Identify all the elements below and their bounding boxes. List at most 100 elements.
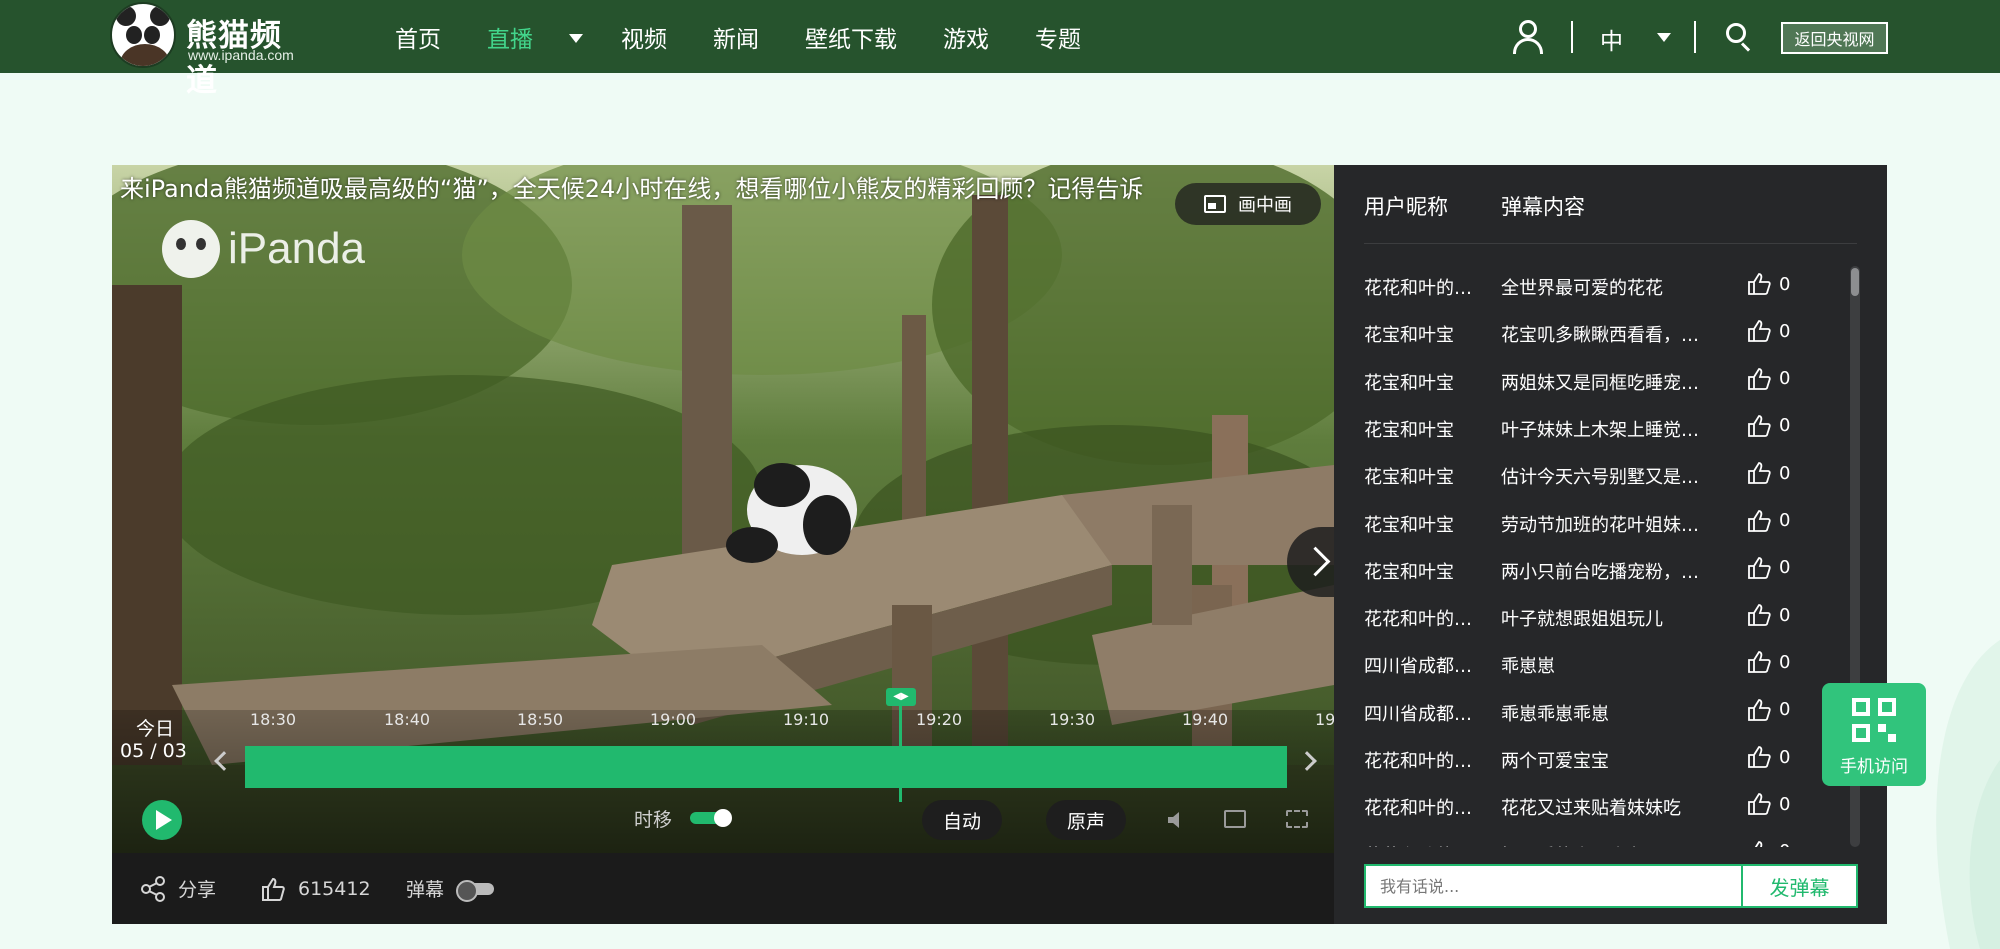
danmu-like-button[interactable]: 0 [1747, 509, 1790, 533]
mobile-access-button[interactable]: 手机访问 [1822, 683, 1926, 786]
thumbs-up-icon [1747, 698, 1771, 722]
danmu-nickname: 花宝和叶宝 [1364, 514, 1454, 536]
thumbs-up-icon [1747, 840, 1771, 847]
nav-video[interactable]: 视频 [621, 20, 667, 54]
danmu-panel: 用户昵称 弹幕内容 花花和叶的… 全世界最可爱的花花 0 花宝和叶宝 花宝叽多瞅瞅西看看… [1334, 165, 1887, 924]
danmu-message: 乖崽乖崽乖崽 [1501, 703, 1609, 725]
danmu-like-count: 0 [1779, 320, 1791, 342]
danmu-like-count: 0 [1779, 462, 1791, 484]
timeline-tick: 18:50 [517, 710, 564, 729]
nav-games[interactable]: 游戏 [943, 20, 989, 54]
user-icon[interactable] [1513, 20, 1543, 54]
danmu-message: 两姐妹又是同框吃睡宠… [1501, 372, 1699, 394]
timeline-tick: 19:40 [1182, 710, 1229, 729]
search-icon[interactable] [1726, 23, 1752, 52]
nav-wallpaper[interactable]: 壁纸下载 [805, 20, 897, 54]
danmu-like-button[interactable]: 0 [1747, 745, 1790, 769]
column-content: 弹幕内容 [1501, 195, 1585, 219]
danmu-message: 乖崽崽 [1501, 656, 1555, 678]
quality-auto-button[interactable]: 自动 [922, 800, 1002, 840]
timeline-tick: 18:30 [250, 710, 297, 729]
pip-label: 画中画 [1238, 195, 1292, 216]
danmu-message: 花宝叽多瞅瞅西看看，… [1501, 325, 1699, 347]
chevron-down-icon[interactable] [569, 34, 583, 43]
danmu-nickname: 花宝和叶宝 [1364, 372, 1454, 394]
danmu-row: 花宝和叶宝 估计今天六号别墅又是… 0 [1364, 451, 1834, 498]
scrollbar-thumb[interactable] [1851, 268, 1859, 296]
danmu-like-count: 0 [1779, 604, 1791, 626]
danmu-like-button[interactable]: 0 [1747, 319, 1790, 343]
danmu-row: 花宝和叶宝 花宝叽多瞅瞅西看看，… 0 [1364, 309, 1834, 356]
danmu-like-button[interactable]: 0 [1747, 556, 1790, 580]
danmu-message: 两小只前台吃播宠粉，… [1501, 561, 1699, 583]
danmu-input[interactable] [1366, 866, 1741, 906]
widescreen-icon[interactable] [1224, 810, 1246, 828]
nav-live[interactable]: 直播 [487, 20, 533, 54]
live-marquee-text: 来iPanda熊猫频道吸最高级的“猫”，全天候24小时在线，想看哪位小熊友的精彩… [120, 175, 1144, 203]
timeline-tick: 19:10 [783, 710, 830, 729]
thumbs-up-icon [1747, 367, 1771, 391]
danmu-like-button[interactable]: 0 [1747, 792, 1790, 816]
danmu-like-button[interactable]: 0 [1747, 414, 1790, 438]
timeline-cursor[interactable] [899, 690, 902, 802]
danmu-like-button[interactable]: 0 [1747, 840, 1790, 847]
like-button[interactable]: 615412 [260, 853, 371, 924]
danmu-nickname: 花宝和叶宝 [1364, 419, 1454, 441]
ipanda-watermark: iPanda [162, 217, 365, 281]
danmu-message: 全世界最可爱的花花 [1501, 278, 1663, 299]
live-video-player[interactable]: 来iPanda熊猫频道吸最高级的“猫”，全天候24小时在线，想看哪位小熊友的精彩… [112, 165, 1334, 853]
danmu-panel-header: 用户昵称 弹幕内容 [1364, 165, 1857, 244]
danmu-nickname: 花宝和叶宝 [1364, 325, 1454, 347]
volume-icon[interactable] [1166, 810, 1188, 828]
share-button[interactable]: 分享 [140, 853, 216, 924]
danmu-switch[interactable]: 弹幕 [406, 853, 495, 924]
video-frame[interactable]: 来iPanda熊猫频道吸最高级的“猫”，全天候24小时在线，想看哪位小熊友的精彩… [112, 165, 1334, 853]
nav-news[interactable]: 新闻 [713, 20, 759, 54]
chevron-down-icon[interactable] [1657, 33, 1671, 42]
danmu-like-button[interactable]: 0 [1747, 272, 1790, 296]
danmu-nickname: 四川省成都… [1364, 656, 1472, 678]
danmu-message: 估计今天六号别墅又是… [1501, 467, 1699, 489]
timeline-prev-icon[interactable] [214, 751, 234, 771]
share-label: 分享 [178, 879, 217, 901]
timeline-tick: 19:20 [916, 710, 963, 729]
danmu-like-count: 0 [1779, 415, 1791, 437]
danmu-like-button[interactable]: 0 [1747, 461, 1790, 485]
thumbs-up-icon [1747, 603, 1771, 627]
thumbs-up-icon [1747, 414, 1771, 438]
picture-in-picture-button[interactable]: 画中画 [1175, 183, 1321, 225]
play-icon[interactable] [142, 800, 182, 840]
danmu-like-count: 0 [1779, 793, 1791, 815]
share-icon [140, 875, 166, 902]
danmu-row: 花花和叶的… 两个可爱宝宝 0 [1364, 735, 1834, 782]
thumbs-up-icon [1747, 650, 1771, 674]
timeline-progress-bar[interactable] [245, 746, 1287, 788]
back-to-cctv-button[interactable]: 返回央视网 [1781, 22, 1888, 54]
danmu-label: 弹幕 [406, 879, 445, 901]
danmu-row: 花宝和叶宝 劳动节加班的花叶姐妹… 0 [1364, 499, 1834, 546]
fullscreen-icon[interactable] [1286, 810, 1308, 828]
thumbs-up-icon [1747, 556, 1771, 580]
player-toolbar: 分享 615412 弹幕 [112, 853, 1334, 924]
nav-topics[interactable]: 专题 [1035, 20, 1081, 54]
language-selector[interactable]: 中 [1600, 22, 1623, 56]
thumbs-up-icon [1747, 745, 1771, 769]
timeline-cursor-handle-icon[interactable]: ◀▶ [886, 688, 916, 706]
danmu-list[interactable]: 花花和叶的… 全世界最可爱的花花 0 花宝和叶宝 花宝叽多瞅瞅西看看，… 0 花宝和叶宝 两姐… [1364, 262, 1834, 847]
danmu-like-button[interactable]: 0 [1747, 367, 1790, 391]
timeline-tick: 19 [1315, 710, 1334, 729]
danmu-like-button[interactable]: 0 [1747, 650, 1790, 674]
timeline-next-icon[interactable] [1297, 751, 1317, 771]
danmu-like-button[interactable]: 0 [1747, 603, 1790, 627]
site-logo[interactable]: 熊猫频道 www.ipanda.com [110, 2, 310, 99]
danmu-like-count: 0 [1779, 273, 1791, 295]
danmu-row: 花宝和叶宝 两小只前台吃播宠粉，… 0 [1364, 546, 1834, 593]
time-shift-toggle[interactable] [690, 809, 732, 827]
original-audio-button[interactable]: 原声 [1046, 800, 1126, 840]
send-danmu-button[interactable]: 发弹幕 [1741, 866, 1856, 906]
danmu-toggle[interactable] [456, 879, 495, 902]
main-nav: 首页 直播 视频 新闻 壁纸下载 游戏 专题 [395, 0, 1127, 73]
nav-home[interactable]: 首页 [395, 20, 441, 54]
danmu-like-button[interactable]: 0 [1747, 698, 1790, 722]
danmu-row: 花花和叶的… 花花又过来贴着妹妹吃 0 [1364, 782, 1834, 829]
